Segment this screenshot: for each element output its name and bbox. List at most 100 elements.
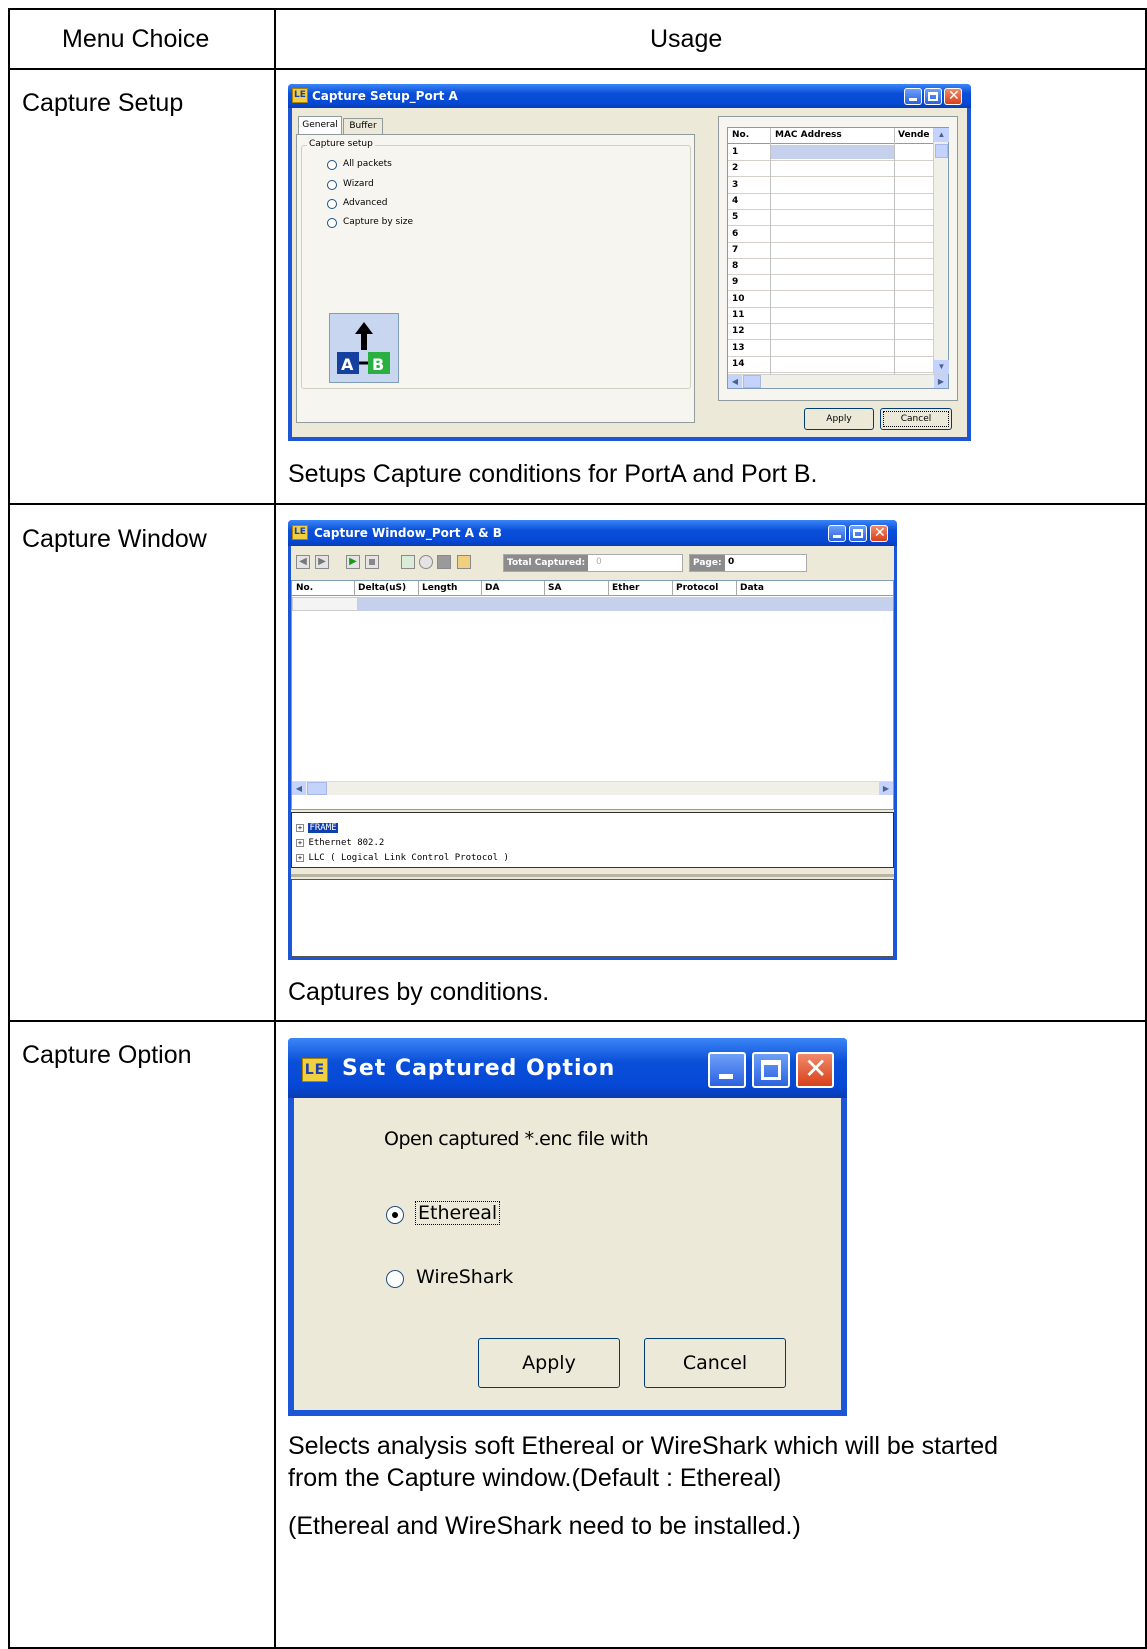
- radio-wizard[interactable]: [327, 180, 337, 190]
- cancel-button[interactable]: Cancel: [644, 1338, 786, 1388]
- radio-ethereal[interactable]: [386, 1206, 404, 1224]
- packet-row-index[interactable]: [292, 597, 358, 611]
- grid-header-mac: MAC Address: [775, 130, 842, 140]
- menu-capture-option: Capture Option: [22, 1041, 192, 1069]
- radio-capture-by-size[interactable]: [327, 218, 337, 228]
- radio-wireshark[interactable]: [386, 1270, 404, 1288]
- maximize-button[interactable]: [752, 1052, 790, 1088]
- close-button[interactable]: ✕: [796, 1052, 834, 1088]
- grid-row[interactable]: 7: [728, 243, 933, 259]
- packet-column-header[interactable]: Length: [422, 583, 457, 593]
- grid-row[interactable]: 5: [728, 210, 933, 227]
- grid-row-number: 11: [732, 310, 745, 320]
- packet-column-header[interactable]: Ether: [612, 583, 639, 593]
- minimize-button[interactable]: [904, 88, 922, 105]
- column-divider[interactable]: [418, 581, 419, 596]
- expand-icon[interactable]: +: [296, 824, 304, 832]
- scroll-thumb[interactable]: [307, 782, 327, 795]
- open-folder-icon[interactable]: [457, 555, 471, 569]
- tab-general[interactable]: General: [298, 116, 342, 134]
- scroll-down-icon[interactable]: ▼: [934, 360, 949, 374]
- decode-tree: + FRAME + Ethernet 802.2 + LLC ( Logical…: [291, 812, 894, 868]
- window-titlebar[interactable]: LE Capture Window_Port A & B: [288, 520, 897, 546]
- packet-column-header[interactable]: No.: [296, 583, 313, 593]
- cancel-button[interactable]: Cancel: [880, 408, 952, 430]
- tab-buffer[interactable]: Buffer: [343, 118, 383, 134]
- option-icon[interactable]: [419, 555, 433, 569]
- horizontal-scrollbar[interactable]: ◀ ▶: [728, 374, 948, 388]
- grid-row[interactable]: 11: [728, 308, 933, 324]
- scroll-right-icon[interactable]: ▶: [934, 375, 948, 388]
- column-divider[interactable]: [481, 581, 482, 596]
- port-direction-icon: A B: [337, 322, 390, 374]
- splitter[interactable]: [291, 874, 894, 877]
- maximize-button[interactable]: [849, 525, 867, 542]
- grid-row-number: 14: [732, 358, 745, 369]
- start-capture-icon[interactable]: ▶: [346, 555, 360, 569]
- grid-col-divider: [770, 128, 771, 374]
- packet-column-header[interactable]: Protocol: [676, 583, 718, 593]
- packet-selected-row[interactable]: [358, 597, 893, 611]
- apply-button[interactable]: Apply: [478, 1338, 620, 1388]
- close-button[interactable]: ✕: [944, 88, 962, 105]
- column-divider[interactable]: [544, 581, 545, 596]
- expand-icon[interactable]: +: [296, 839, 304, 847]
- grid-row[interactable]: 6: [728, 227, 933, 243]
- scroll-right-icon[interactable]: ▶: [879, 782, 893, 795]
- minimize-button[interactable]: [828, 525, 846, 542]
- tree-item[interactable]: + LLC ( Logical Link Control Protocol ): [296, 847, 509, 865]
- vertical-scrollbar[interactable]: ▲ ▼: [933, 128, 949, 374]
- grid-row[interactable]: 4: [728, 194, 933, 210]
- apply-button[interactable]: Apply: [804, 408, 874, 430]
- radio-advanced[interactable]: [327, 199, 337, 209]
- window-titlebar[interactable]: LE Capture Setup_Port A: [288, 84, 971, 108]
- forward-icon[interactable]: ▶: [315, 555, 329, 569]
- window-title: Capture Window_Port A & B: [314, 526, 502, 540]
- packet-column-header[interactable]: DA: [485, 583, 499, 593]
- mac-panel: No. MAC Address Vende 1 2 3 4 5 6 7 8 9 10 11 12 13 1…: [718, 116, 958, 401]
- grid-row[interactable]: 12: [728, 324, 933, 341]
- column-divider[interactable]: [608, 581, 609, 596]
- clear-icon[interactable]: [437, 555, 451, 569]
- grid-row-number: 4: [732, 195, 739, 206]
- grid-row[interactable]: 3: [728, 178, 933, 194]
- back-icon[interactable]: ◀: [296, 555, 310, 569]
- capture-setup-description: Setups Capture conditions for PortA and …: [288, 460, 818, 488]
- grid-row-number: 2: [732, 163, 739, 174]
- window-body: General Buffer Capture setup All packets…: [292, 108, 967, 437]
- column-divider[interactable]: [354, 581, 355, 596]
- scroll-up-icon[interactable]: ▲: [934, 128, 949, 142]
- scroll-thumb[interactable]: [935, 144, 948, 158]
- excel-export-icon[interactable]: [401, 555, 415, 569]
- grid-row[interactable]: 13: [728, 341, 933, 357]
- scroll-left-icon[interactable]: ◀: [728, 375, 742, 388]
- radio-all-packets[interactable]: [327, 160, 337, 170]
- column-divider[interactable]: [736, 581, 737, 596]
- column-divider[interactable]: [672, 581, 673, 596]
- packet-column-header[interactable]: SA: [548, 583, 561, 593]
- direction-icon[interactable]: A B: [329, 313, 399, 383]
- header-usage: Usage: [650, 25, 723, 53]
- grid-row[interactable]: 2: [728, 161, 933, 178]
- grid-row[interactable]: 14: [728, 357, 933, 373]
- packet-column-header[interactable]: Delta(uS): [358, 583, 406, 593]
- row-divider: [8, 503, 1147, 505]
- grid-row[interactable]: 10: [728, 292, 933, 308]
- app-icon: LE: [292, 88, 308, 103]
- app-icon: LE: [292, 525, 308, 540]
- scroll-left-icon[interactable]: ◀: [292, 782, 306, 795]
- minimize-button[interactable]: [708, 1052, 746, 1088]
- scroll-thumb[interactable]: [743, 375, 761, 388]
- window-body: ◀ ▶ ▶ Total Captured: 0 Page: 0 No. Delta…: [291, 546, 894, 957]
- horizontal-scrollbar[interactable]: ◀ ▶: [292, 781, 893, 795]
- grid-row[interactable]: 8: [728, 259, 933, 276]
- packet-column-header[interactable]: Data: [740, 583, 764, 593]
- page-label: Page:: [690, 555, 725, 571]
- grid-row-number: 8: [732, 261, 739, 272]
- stop-capture-icon[interactable]: [365, 555, 379, 569]
- close-button[interactable]: ✕: [870, 525, 888, 542]
- grid-row[interactable]: 9: [728, 275, 933, 292]
- grid-selected-cell[interactable]: [771, 145, 894, 159]
- maximize-button[interactable]: [924, 88, 942, 105]
- expand-icon[interactable]: +: [296, 854, 304, 862]
